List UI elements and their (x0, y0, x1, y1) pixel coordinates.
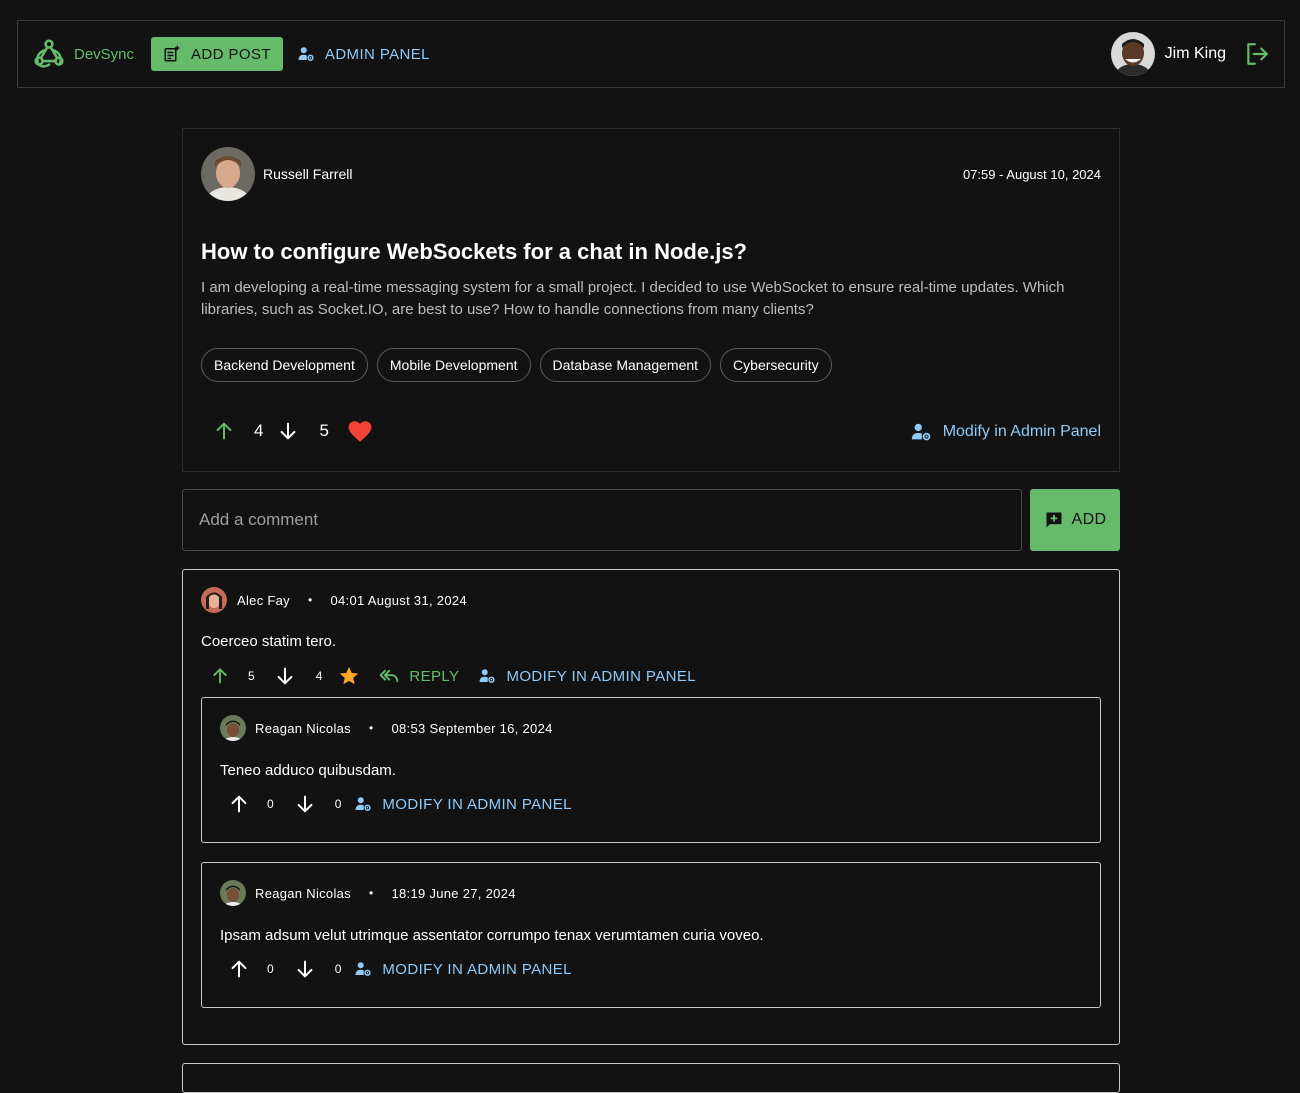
tag-chip[interactable]: Cybersecurity (720, 348, 832, 382)
comment-card: Alec Fay • 04:01 August 31, 2024 Coerceo… (182, 569, 1120, 1045)
add-comment-button[interactable]: ADD (1030, 489, 1120, 551)
user-avatar[interactable] (1110, 32, 1155, 76)
post-tags: Backend Development Mobile Development D… (201, 348, 832, 382)
reply-card: Reagan Nicolas • 18:19 June 27, 2024 Ips… (201, 862, 1101, 1008)
tag-chip[interactable]: Database Management (539, 348, 712, 382)
heart-icon[interactable] (347, 419, 373, 443)
reply-downvote-count: 0 (334, 797, 342, 811)
comment-modify-label: MODIFY IN ADMIN PANEL (506, 667, 696, 685)
logout-icon[interactable] (1244, 41, 1270, 67)
arrow-down-icon[interactable] (277, 420, 299, 442)
comment-date: 04:01 August 31, 2024 (330, 592, 467, 608)
post-modify-label: Modify in Admin Panel (942, 423, 1101, 440)
post-upvote-count: 4 (254, 421, 264, 440)
reply-date: 18:19 June 27, 2024 (391, 885, 516, 901)
reply-button[interactable]: REPLY (379, 668, 459, 685)
reply-upvote-count: 0 (267, 797, 274, 811)
admin-icon (354, 795, 372, 813)
comment-actions: 5 4 REPLY MODIFY IN ADMIN PANEL (210, 665, 696, 687)
arrow-down-icon[interactable] (274, 665, 296, 687)
comment-modify-admin-link[interactable]: MODIFY IN ADMIN PANEL (478, 667, 696, 685)
reply-downvote-count: 0 (334, 962, 342, 976)
brand-logo-link[interactable]: DevSync (32, 37, 134, 71)
add-comment-label: ADD (1071, 511, 1107, 528)
reply-author-avatar[interactable] (220, 715, 246, 741)
tag-chip[interactable]: Mobile Development (376, 348, 531, 382)
separator-dot: • (307, 593, 313, 607)
user-name: Jim King (1164, 45, 1226, 62)
reply-actions: 0 0 MODIFY IN ADMIN PANEL (228, 958, 572, 980)
arrow-up-icon[interactable] (228, 793, 250, 815)
arrow-up-icon[interactable] (210, 666, 230, 686)
comment-upvote-count: 5 (248, 669, 255, 683)
tag-chip[interactable]: Backend Development (201, 348, 368, 382)
post-downvote-count: 5 (319, 421, 329, 440)
reply-label: REPLY (409, 667, 460, 685)
reply-card: Reagan Nicolas • 08:53 September 16, 202… (201, 697, 1101, 843)
admin-icon (909, 421, 933, 443)
star-icon[interactable] (337, 665, 361, 687)
reply-header: Reagan Nicolas • 18:19 June 27, 2024 (220, 880, 516, 906)
post-date: 07:59 - August 10, 2024 (962, 166, 1101, 182)
add-post-button[interactable]: ADD POST (151, 37, 283, 71)
reply-all-icon (379, 668, 399, 684)
admin-icon (478, 667, 496, 685)
reply-text: Teneo adduco quibusdam. (220, 762, 396, 779)
add-comment-icon (1044, 510, 1064, 530)
add-post-label: ADD POST (191, 45, 271, 63)
post-card: Russell Farrell 07:59 - August 10, 2024 … (182, 128, 1120, 472)
arrow-down-icon[interactable] (294, 958, 316, 980)
comment-text: Coerceo statim tero. (201, 633, 337, 650)
post-add-icon (163, 45, 181, 63)
brand-name: DevSync (74, 45, 135, 63)
post-modify-admin-link[interactable]: Modify in Admin Panel (909, 421, 1101, 443)
admin-panel-link[interactable]: ADMIN PANEL (297, 45, 430, 63)
post-title: How to configure WebSockets for a chat i… (201, 239, 747, 264)
admin-icon (297, 45, 315, 63)
reply-actions: 0 0 MODIFY IN ADMIN PANEL (228, 793, 572, 815)
post-author-name[interactable]: Russell Farrell (263, 166, 352, 182)
reply-modify-label: MODIFY IN ADMIN PANEL (382, 960, 572, 978)
user-area: Jim King (1110, 32, 1270, 76)
admin-icon (354, 960, 372, 978)
comment-downvote-count: 4 (315, 669, 323, 683)
post-author-avatar[interactable] (201, 147, 255, 201)
reply-author-name[interactable]: Reagan Nicolas (255, 721, 351, 736)
reply-date: 08:53 September 16, 2024 (391, 720, 553, 736)
comment-author-avatar[interactable] (201, 587, 227, 613)
comment-author-name[interactable]: Alec Fay (237, 593, 290, 608)
reply-upvote-count: 0 (267, 962, 274, 976)
reply-header: Reagan Nicolas • 08:53 September 16, 202… (220, 715, 553, 741)
admin-panel-label: ADMIN PANEL (324, 45, 430, 63)
webhook-logo-icon (32, 37, 66, 71)
comment-input-field (182, 489, 1022, 551)
reply-author-name[interactable]: Reagan Nicolas (255, 886, 351, 901)
post-body: I am developing a real-time messaging sy… (201, 279, 1065, 318)
comment-input[interactable] (183, 490, 1021, 550)
post-header: Russell Farrell 07:59 - August 10, 2024 (201, 147, 1101, 201)
reply-modify-admin-link[interactable]: MODIFY IN ADMIN PANEL (354, 795, 572, 813)
arrow-up-icon[interactable] (213, 420, 235, 442)
comment-header: Alec Fay • 04:01 August 31, 2024 (201, 587, 467, 613)
separator-dot: • (368, 886, 374, 900)
arrow-up-icon[interactable] (228, 958, 250, 980)
reply-modify-label: MODIFY IN ADMIN PANEL (382, 795, 572, 813)
post-vote-actions: 4 5 (213, 419, 373, 443)
reply-author-avatar[interactable] (220, 880, 246, 906)
separator-dot: • (368, 721, 374, 735)
arrow-down-icon[interactable] (294, 793, 316, 815)
top-navigation-bar: DevSync ADD POST ADMIN PANEL Jim King (17, 20, 1285, 88)
reply-modify-admin-link[interactable]: MODIFY IN ADMIN PANEL (354, 960, 572, 978)
reply-text: Ipsam adsum velut utrimque assentator co… (220, 927, 764, 944)
